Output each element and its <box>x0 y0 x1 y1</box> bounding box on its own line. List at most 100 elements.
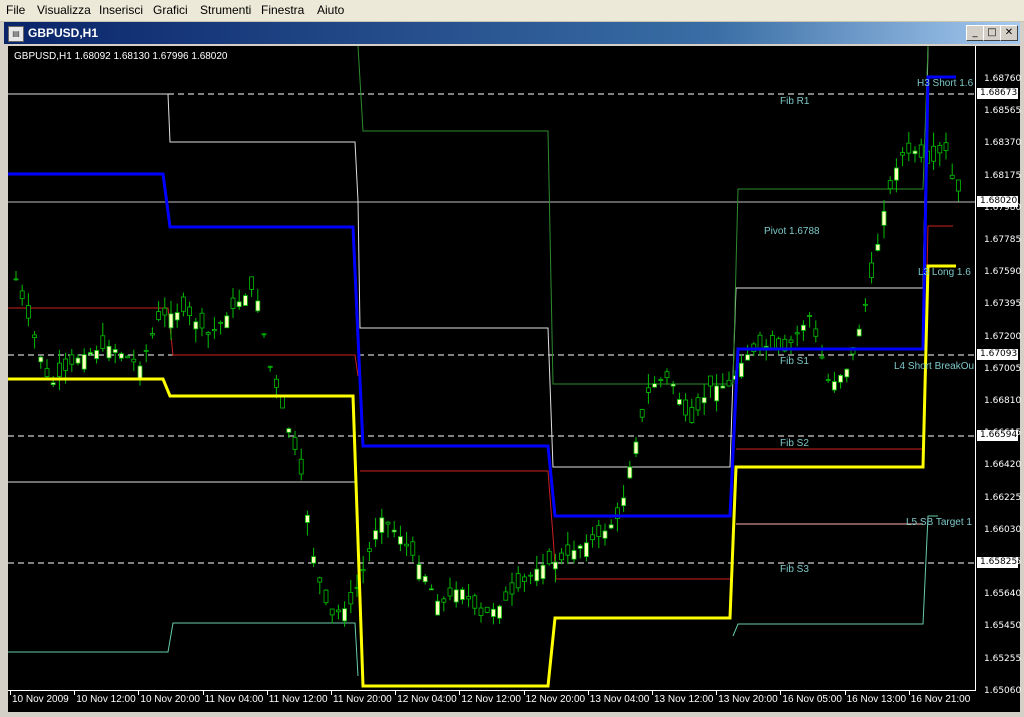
candle-body <box>410 541 416 556</box>
candle-body <box>205 332 211 335</box>
candle-body <box>931 145 936 162</box>
menu-visualizza[interactable]: Visualizza <box>37 3 91 17</box>
price-axis-label: 1.68175 <box>984 170 1022 181</box>
price-chart[interactable]: GBPUSD,H1 1.68092 1.68130 1.67996 1.6802… <box>8 46 1022 712</box>
candle-body <box>788 339 794 343</box>
chart-info-label: GBPUSD,H1 1.68092 1.68130 1.67996 1.6802… <box>14 51 228 62</box>
red-line-2 <box>360 470 730 580</box>
candle-body <box>528 574 533 577</box>
price-axis-label: 1.65060 <box>984 685 1022 696</box>
minimize-button[interactable]: _ <box>966 25 984 41</box>
candle-body <box>646 387 651 393</box>
time-tick <box>523 691 525 695</box>
candle-body <box>397 536 403 545</box>
price-axis-label: 1.65450 <box>984 621 1022 632</box>
candle-body <box>701 397 707 404</box>
menu-bar: File Visualizza Inserisci Grafici Strume… <box>0 0 1024 22</box>
price-axis-label: 1.68760 <box>984 74 1022 84</box>
candle-body <box>596 524 602 538</box>
candle-body <box>32 334 38 338</box>
candle-body <box>881 210 887 226</box>
candle-body <box>441 598 447 603</box>
candle-body <box>44 368 50 377</box>
candle-body <box>577 545 583 549</box>
candle-body <box>249 276 255 290</box>
candle-body <box>391 529 397 533</box>
time-tick <box>202 691 204 695</box>
time-tick <box>716 691 718 695</box>
candle-body <box>447 587 453 597</box>
candle-body <box>69 354 75 365</box>
close-button[interactable]: ✕ <box>1000 25 1018 41</box>
candle-body <box>714 385 719 402</box>
candle-body <box>515 573 521 589</box>
candle-body <box>88 352 93 355</box>
price-axis-label: 1.67200 <box>984 331 1022 342</box>
candle-body <box>125 355 130 359</box>
candle-body <box>906 142 912 154</box>
candle-body <box>261 333 267 336</box>
time-axis-label: 13 Nov 12:00 <box>654 694 714 705</box>
candle-body <box>844 368 850 378</box>
time-tick <box>459 691 461 695</box>
price-axis-label: 1.66420 <box>984 460 1022 471</box>
candle-body <box>813 328 819 337</box>
price-marker-box: 1.66594 <box>977 430 1018 441</box>
time-tick <box>780 691 782 695</box>
candle-body <box>565 544 571 556</box>
candle-body <box>497 605 503 619</box>
candle-body <box>912 150 918 155</box>
candle-body <box>236 301 242 308</box>
candle-body <box>478 607 484 616</box>
candle-body <box>304 514 310 523</box>
candle-body <box>918 144 924 158</box>
time-axis-label: 10 Nov 20:00 <box>140 694 200 705</box>
menu-file[interactable]: File <box>6 3 25 17</box>
candle-body <box>664 371 670 378</box>
candle-body <box>472 595 478 609</box>
menu-strumenti[interactable]: Strumenti <box>200 3 251 17</box>
green-upper-line <box>357 46 929 385</box>
candle-body <box>490 608 496 617</box>
candle-body <box>763 345 769 348</box>
chart-canvas <box>8 46 975 688</box>
candle-body <box>242 295 248 306</box>
candle-body <box>887 180 893 190</box>
candle-body <box>949 174 955 179</box>
candle-body <box>273 378 279 388</box>
candle-body <box>726 379 732 387</box>
candle-body <box>720 385 726 389</box>
menu-finestra[interactable]: Finestra <box>261 3 304 17</box>
price-axis-label: 1.67395 <box>984 299 1022 310</box>
candle-body <box>540 564 546 580</box>
time-axis-label: 12 Nov 04:00 <box>397 694 457 705</box>
candle-body <box>255 300 261 312</box>
candle-body <box>937 144 943 154</box>
menu-inserisci[interactable]: Inserisci <box>99 3 143 17</box>
price-marker-box: 1.67093 <box>977 349 1018 360</box>
annotation-h3: H3 Short 1.6 <box>917 78 974 89</box>
candle-body <box>193 321 199 330</box>
price-axis-separator <box>975 46 976 690</box>
time-tick <box>74 691 76 695</box>
time-tick <box>908 691 910 695</box>
price-axis-label: 1.66225 <box>984 492 1022 503</box>
candle-body <box>900 152 905 156</box>
candle-body <box>869 262 874 278</box>
time-axis-label: 12 Nov 20:00 <box>525 694 586 705</box>
candle-body <box>794 332 800 335</box>
candle-body <box>119 353 124 359</box>
annotation-fib-s2: Fib S2 <box>780 438 809 449</box>
menu-aiuto[interactable]: Aiuto <box>317 3 344 17</box>
price-marker-box: 1.68020 <box>977 196 1018 207</box>
chart-window-titlebar[interactable]: ▤ GBPUSD,H1 _ □ ✕ <box>4 22 1020 44</box>
annotation-l5: L5 SB Target 1 <box>906 517 972 528</box>
price-marker-box: 1.65825 <box>977 557 1018 568</box>
candle-body <box>621 497 626 507</box>
annotation-l4: L4 Short BreakOu <box>894 361 975 372</box>
candle-body <box>652 383 657 388</box>
candle-body <box>75 357 81 364</box>
maximize-button[interactable]: □ <box>983 25 1001 41</box>
candle-body <box>162 307 168 316</box>
menu-grafici[interactable]: Grafici <box>153 3 188 17</box>
